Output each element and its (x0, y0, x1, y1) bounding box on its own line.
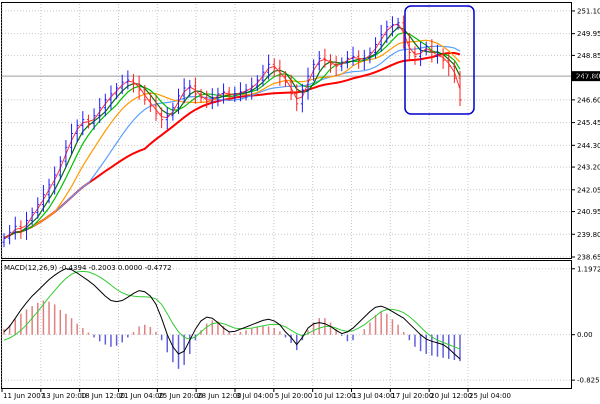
x-tick-label: 18 Jun 12:00 (81, 392, 125, 400)
macd-tick-label: 0.00 (577, 331, 593, 339)
price-panel-frame (1, 2, 572, 259)
macd-indicator-label: MACD(12,26,9) -0.4394 -0.2003 0.0000 -0.… (4, 264, 172, 272)
price-tick-label: 238.65 (577, 254, 600, 262)
price-tick-label: 249.95 (577, 30, 600, 38)
x-tick-label: 10 Jul 12:00 (314, 392, 356, 400)
x-tick-label: 5 Jul 20:00 (275, 392, 313, 400)
macd-tick-label: 1.1972 (577, 265, 600, 273)
price-macd-chart: 247.80 MACD(12,26,9) -0.4394 -0.2003 0.0… (0, 0, 600, 400)
x-tick-label: 25 Jun 20:00 (158, 392, 202, 400)
price-tick-label: 242.05 (577, 186, 600, 194)
chart-root: 247.80 MACD(12,26,9) -0.4394 -0.2003 0.0… (0, 0, 600, 400)
x-tick-label: 25 Jul 04:00 (469, 392, 511, 400)
price-tick-label: 239.80 (577, 231, 600, 239)
x-tick-label: 20 Jul 12:00 (430, 392, 472, 400)
x-tick-label: 3 Jul 04:00 (236, 392, 274, 400)
price-tick-label: 247.80 (577, 73, 600, 81)
price-tick-label: 248.85 (577, 52, 600, 60)
price-tick-label: 251.10 (577, 7, 600, 15)
x-tick-label: 28 Jun 12:00 (197, 392, 241, 400)
x-tick-label: 21 Jun 04:00 (120, 392, 164, 400)
price-tick-label: 244.30 (577, 142, 600, 150)
x-tick-label: 11 Jun 2007 (3, 392, 45, 400)
price-tick-label: 243.20 (577, 164, 600, 172)
x-tick-label: 13 Jun 20:00 (42, 392, 86, 400)
x-tick-label: 13 Jul 04:00 (353, 392, 395, 400)
x-tick-label: 17 Jul 20:00 (391, 392, 433, 400)
price-tick-label: 240.95 (577, 208, 600, 216)
price-tick-label: 245.45 (577, 119, 600, 127)
price-tick-label: 246.60 (577, 96, 600, 104)
macd-tick-label: -0.8255 (577, 377, 600, 385)
